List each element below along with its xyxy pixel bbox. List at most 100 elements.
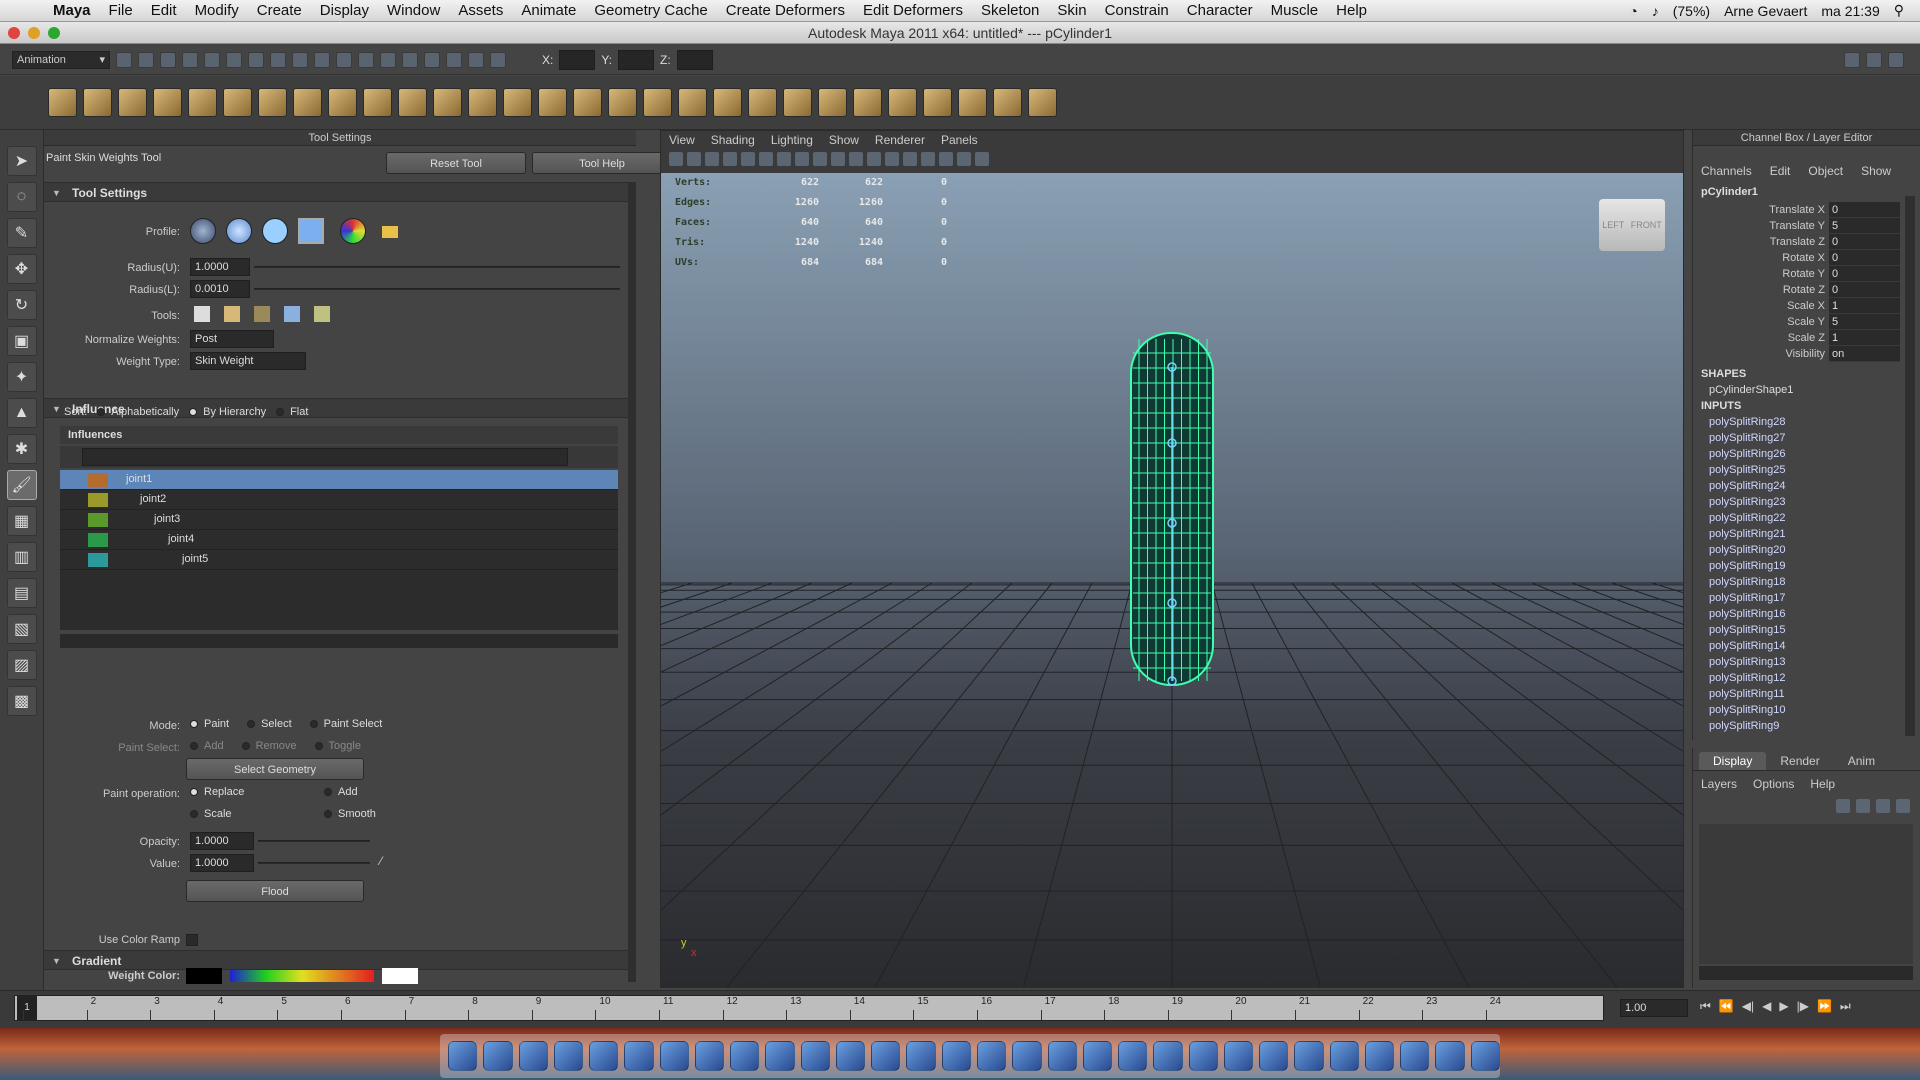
channel-row[interactable]: Rotate Y0	[1693, 266, 1920, 282]
channel-name[interactable]: Translate Z	[1693, 234, 1829, 250]
y-field[interactable]	[618, 49, 655, 70]
channel-name[interactable]: Rotate Y	[1693, 266, 1829, 282]
mode-paint[interactable]: Paint	[190, 718, 229, 730]
square-brush-icon[interactable]	[298, 218, 324, 244]
channel-row[interactable]: Scale X1	[1693, 298, 1920, 314]
paste-weights-icon[interactable]	[224, 306, 240, 322]
xray-joints-icon[interactable]	[975, 152, 989, 166]
all-lights-icon[interactable]	[921, 152, 935, 166]
paint-select-add[interactable]: Add	[190, 740, 224, 752]
menu-modify[interactable]: Modify	[186, 2, 248, 19]
browse-folder-icon[interactable]	[382, 226, 398, 238]
hypershade-layout-icon[interactable]: ▨	[6, 650, 37, 680]
dreamweaver-icon[interactable]	[976, 1041, 1007, 1071]
clock[interactable]: ma 21:39	[1821, 3, 1879, 19]
menu-file[interactable]: File	[100, 2, 142, 19]
radius-l-field[interactable]: 0.0010	[190, 280, 250, 298]
sculpt-shelf-icon[interactable]	[853, 88, 882, 117]
construction-history-icon[interactable]	[380, 51, 396, 68]
grid-toggle-icon[interactable]	[741, 152, 755, 166]
input-node[interactable]: polySplitRing24	[1693, 478, 1920, 494]
channel-menu-object[interactable]: Object	[1808, 164, 1843, 178]
mirror-shelf-icon[interactable]	[468, 88, 497, 117]
perspective-viewport[interactable]: View Shading Lighting Show Renderer Panels Ve…	[660, 130, 1684, 988]
input-node[interactable]: polySplitRing22	[1693, 510, 1920, 526]
channel-name[interactable]: Rotate Z	[1693, 282, 1829, 298]
render-current-icon[interactable]	[424, 51, 440, 68]
battery-indicator[interactable]: (75%)	[1673, 3, 1710, 19]
spotify-icon[interactable]	[624, 1041, 654, 1071]
layer-tab-display[interactable]: Display	[1699, 752, 1767, 770]
input-node[interactable]: polySplitRing10	[1693, 702, 1920, 718]
layer-menu-layers[interactable]: Layers	[1701, 777, 1737, 791]
joint-color-swatch[interactable]	[88, 533, 108, 547]
channel-row[interactable]: Translate Y5	[1693, 218, 1920, 234]
radius-u-field[interactable]: 1.0000	[190, 258, 250, 276]
transmit-icon[interactable]	[1329, 1041, 1359, 1071]
view-cube-left[interactable]: LEFT	[1602, 220, 1624, 230]
default-lighting-icon[interactable]	[903, 152, 917, 166]
input-node[interactable]: polySplitRing13	[1693, 654, 1920, 670]
radius-u-slider[interactable]	[254, 266, 620, 268]
attribute-editor-icon[interactable]	[1844, 51, 1860, 68]
joint-color-swatch[interactable]	[88, 513, 108, 527]
menu-skin[interactable]: Skin	[1048, 2, 1095, 19]
menu-constrain[interactable]: Constrain	[1096, 2, 1178, 19]
channel-name[interactable]: Rotate X	[1693, 250, 1829, 266]
normalize-weights-dropdown[interactable]: Post	[190, 330, 274, 348]
minimize-window-button[interactable]	[28, 27, 40, 39]
viewport-menu-panels[interactable]: Panels	[941, 131, 978, 149]
input-node[interactable]: polySplitRing15	[1693, 622, 1920, 638]
combine-shelf-icon[interactable]	[363, 88, 392, 117]
object-name[interactable]: pCylinder1	[1693, 182, 1920, 202]
tool-settings-scrollbar[interactable]	[628, 182, 636, 982]
step-forward-frame-icon[interactable]: |▶	[1797, 999, 1809, 1014]
channel-value[interactable]: 0	[1829, 250, 1900, 266]
finder-icon[interactable]	[448, 1041, 478, 1071]
flood-button[interactable]: Flood	[186, 880, 364, 902]
influence-row[interactable]: joint4	[60, 530, 618, 550]
channel-name[interactable]: Visibility	[1693, 346, 1829, 362]
input-node[interactable]: polySplitRing28	[1693, 414, 1920, 430]
value-slider[interactable]	[258, 862, 370, 864]
x-field[interactable]	[559, 49, 596, 70]
field-chart-icon[interactable]	[813, 152, 827, 166]
bevel-shelf-icon[interactable]	[713, 88, 742, 117]
append-shelf-icon[interactable]	[573, 88, 602, 117]
input-line-icon[interactable]	[490, 51, 506, 68]
joint-color-swatch[interactable]	[88, 493, 108, 507]
menu-assets[interactable]: Assets	[449, 2, 512, 19]
show-influences-icon[interactable]	[314, 306, 330, 322]
input-node[interactable]: polySplitRing12	[1693, 670, 1920, 686]
skype-icon[interactable]	[1223, 1041, 1254, 1071]
paint-select-tool-icon[interactable]: ✎	[6, 218, 37, 248]
input-node[interactable]: polySplitRing19	[1693, 558, 1920, 574]
viewport-menu-renderer[interactable]: Renderer	[875, 131, 925, 149]
tool-settings-section[interactable]: Tool Settings	[44, 182, 628, 203]
flash-icon[interactable]	[906, 1041, 936, 1071]
mode-select[interactable]: Select	[247, 718, 292, 730]
channel-value[interactable]: on	[1829, 346, 1900, 362]
user-name[interactable]: Arne Gevaert	[1724, 3, 1807, 19]
channel-value[interactable]: 0	[1829, 266, 1900, 282]
safe-action-icon[interactable]	[831, 152, 845, 166]
channel-value[interactable]: 0	[1829, 234, 1900, 250]
itunes-icon[interactable]	[659, 1041, 689, 1071]
viewport-menu-view[interactable]: View	[669, 131, 695, 149]
render-view-icon[interactable]	[402, 51, 418, 68]
menu-animate[interactable]: Animate	[512, 2, 585, 19]
current-time-field[interactable]: 1.00	[1620, 999, 1688, 1017]
windows-icon[interactable]	[1259, 1041, 1289, 1071]
acrobat-icon[interactable]	[730, 1041, 760, 1071]
sort-by-hierarchy[interactable]: By Hierarchy	[189, 406, 266, 418]
new-layer-selected-icon[interactable]	[1896, 799, 1910, 813]
app-menu[interactable]: Maya	[44, 2, 100, 19]
xray-icon[interactable]	[957, 152, 971, 166]
torus-shelf-icon[interactable]	[223, 88, 252, 117]
paint-select-toggle[interactable]: Toggle	[314, 740, 361, 752]
operation-add[interactable]: Add	[324, 786, 358, 798]
channel-row[interactable]: Scale Y5	[1693, 314, 1920, 330]
trash-icon[interactable]	[1470, 1041, 1500, 1071]
snap-point-icon[interactable]	[292, 51, 308, 68]
outliner-layout-icon[interactable]: ▩	[6, 686, 37, 716]
